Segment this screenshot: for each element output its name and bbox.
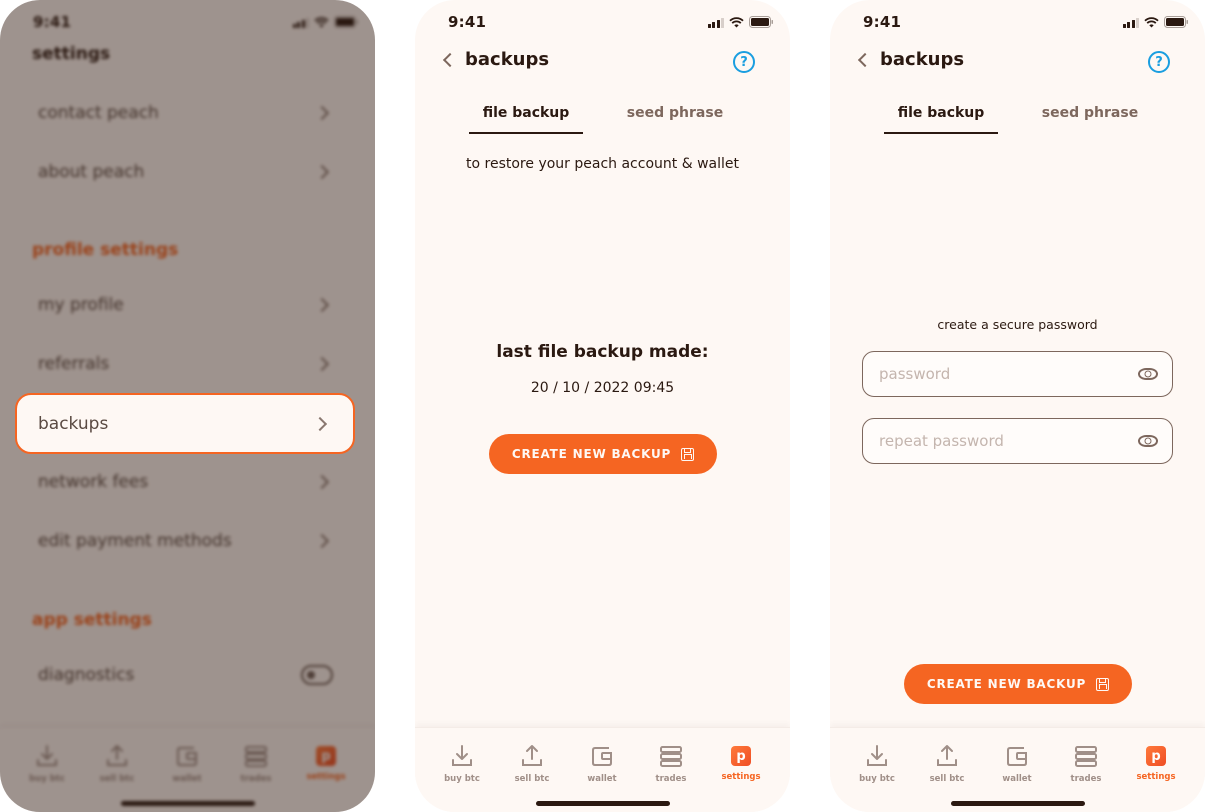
button-label: CREATE NEW BACKUP bbox=[511, 447, 672, 461]
header: backups ? bbox=[415, 44, 790, 80]
settings-screen: 9:41 settings contact peach about peach … bbox=[0, 0, 375, 812]
nav-sell-btc[interactable]: sell btc bbox=[917, 744, 977, 784]
tabs: file backup seed phrase bbox=[830, 100, 1205, 136]
settings-item-backups[interactable]: backups bbox=[15, 393, 355, 454]
page-title: backups bbox=[880, 49, 965, 70]
password-field[interactable] bbox=[862, 351, 1173, 397]
repeat-password-field[interactable] bbox=[862, 418, 1173, 464]
list-icon bbox=[1075, 746, 1097, 767]
create-new-backup-button[interactable]: CREATE NEW BACKUP bbox=[489, 434, 717, 474]
bottom-nav: buy btc sell btc wallet trades p setting… bbox=[415, 727, 790, 812]
password-label: create a secure password bbox=[937, 317, 1098, 332]
chevron-right-icon bbox=[312, 416, 328, 431]
battery-icon bbox=[1164, 16, 1188, 28]
status-time: 9:41 bbox=[863, 13, 902, 31]
nav-label: settings bbox=[721, 772, 761, 782]
nav-wallet[interactable]: wallet bbox=[987, 744, 1047, 784]
upload-icon bbox=[937, 745, 957, 766]
question-circle-icon[interactable]: ? bbox=[1148, 51, 1170, 73]
tab-file-backup[interactable]: file backup bbox=[884, 100, 998, 134]
nav-label: wallet bbox=[1002, 774, 1032, 784]
download-icon bbox=[867, 745, 887, 766]
home-indicator bbox=[951, 801, 1085, 806]
peach-logo-icon: p bbox=[731, 746, 751, 766]
wallet-icon bbox=[592, 747, 612, 766]
tab-file-backup[interactable]: file backup bbox=[469, 100, 583, 134]
nav-label: sell btc bbox=[514, 774, 550, 784]
save-icon bbox=[681, 447, 695, 461]
nav-settings[interactable]: p settings bbox=[711, 744, 771, 782]
signal-icon bbox=[707, 17, 724, 28]
tab-seed-phrase[interactable]: seed phrase bbox=[618, 100, 732, 134]
nav-label: sell btc bbox=[929, 774, 965, 784]
tab-seed-phrase[interactable]: seed phrase bbox=[1033, 100, 1147, 134]
nav-settings[interactable]: p settings bbox=[1126, 744, 1186, 782]
nav-wallet[interactable]: wallet bbox=[572, 744, 632, 784]
bottom-nav: buy btc sell btc wallet trades p setting… bbox=[830, 727, 1205, 812]
wifi-icon bbox=[1144, 16, 1159, 27]
nav-trades[interactable]: trades bbox=[641, 744, 701, 784]
nav-buy-btc[interactable]: buy btc bbox=[847, 744, 907, 784]
subtitle: to restore your peach account & wallet bbox=[466, 156, 739, 172]
status-bar: 9:41 bbox=[415, 0, 790, 44]
save-icon bbox=[1096, 677, 1110, 691]
question-circle-icon[interactable]: ? bbox=[733, 51, 755, 73]
chevron-left-icon[interactable] bbox=[857, 52, 873, 68]
peach-logo-icon: p bbox=[1146, 746, 1166, 766]
nav-label: trades bbox=[655, 774, 687, 784]
nav-label: trades bbox=[1070, 774, 1102, 784]
nav-buy-btc[interactable]: buy btc bbox=[432, 744, 492, 784]
upload-icon bbox=[522, 745, 542, 766]
wallet-icon bbox=[1007, 747, 1027, 766]
nav-label: buy btc bbox=[444, 774, 480, 784]
nav-label: buy btc bbox=[859, 774, 895, 784]
status-icons bbox=[1122, 16, 1190, 28]
nav-sell-btc[interactable]: sell btc bbox=[502, 744, 562, 784]
chevron-left-icon[interactable] bbox=[442, 52, 458, 68]
settings-item-label: backups bbox=[38, 413, 109, 434]
wifi-icon bbox=[729, 16, 744, 27]
password-input[interactable] bbox=[879, 365, 1138, 383]
last-backup-date: 20 / 10 / 2022 09:45 bbox=[530, 380, 675, 396]
status-time: 9:41 bbox=[448, 13, 487, 31]
download-icon bbox=[452, 745, 472, 766]
tabs: file backup seed phrase bbox=[415, 100, 790, 136]
status-icons bbox=[707, 16, 775, 28]
nav-label: settings bbox=[1136, 772, 1176, 782]
eye-icon[interactable] bbox=[1138, 435, 1158, 447]
status-bar: 9:41 bbox=[830, 0, 1205, 44]
backups-password-screen: 9:41 backups ? file backup seed phrase c… bbox=[830, 0, 1205, 812]
last-backup-title: last file backup made: bbox=[496, 342, 709, 362]
list-icon bbox=[660, 746, 682, 767]
button-label: CREATE NEW BACKUP bbox=[926, 677, 1087, 691]
nav-trades[interactable]: trades bbox=[1056, 744, 1116, 784]
backups-screen: 9:41 backups ? file backup seed phrase t… bbox=[415, 0, 790, 812]
home-indicator bbox=[536, 801, 670, 806]
nav-label: wallet bbox=[587, 774, 617, 784]
repeat-password-input[interactable] bbox=[879, 432, 1138, 450]
signal-icon bbox=[1122, 17, 1139, 28]
eye-icon[interactable] bbox=[1138, 368, 1158, 380]
battery-icon bbox=[749, 16, 773, 28]
header: backups ? bbox=[830, 44, 1205, 80]
page-title: backups bbox=[465, 49, 550, 70]
create-new-backup-button[interactable]: CREATE NEW BACKUP bbox=[904, 664, 1132, 704]
